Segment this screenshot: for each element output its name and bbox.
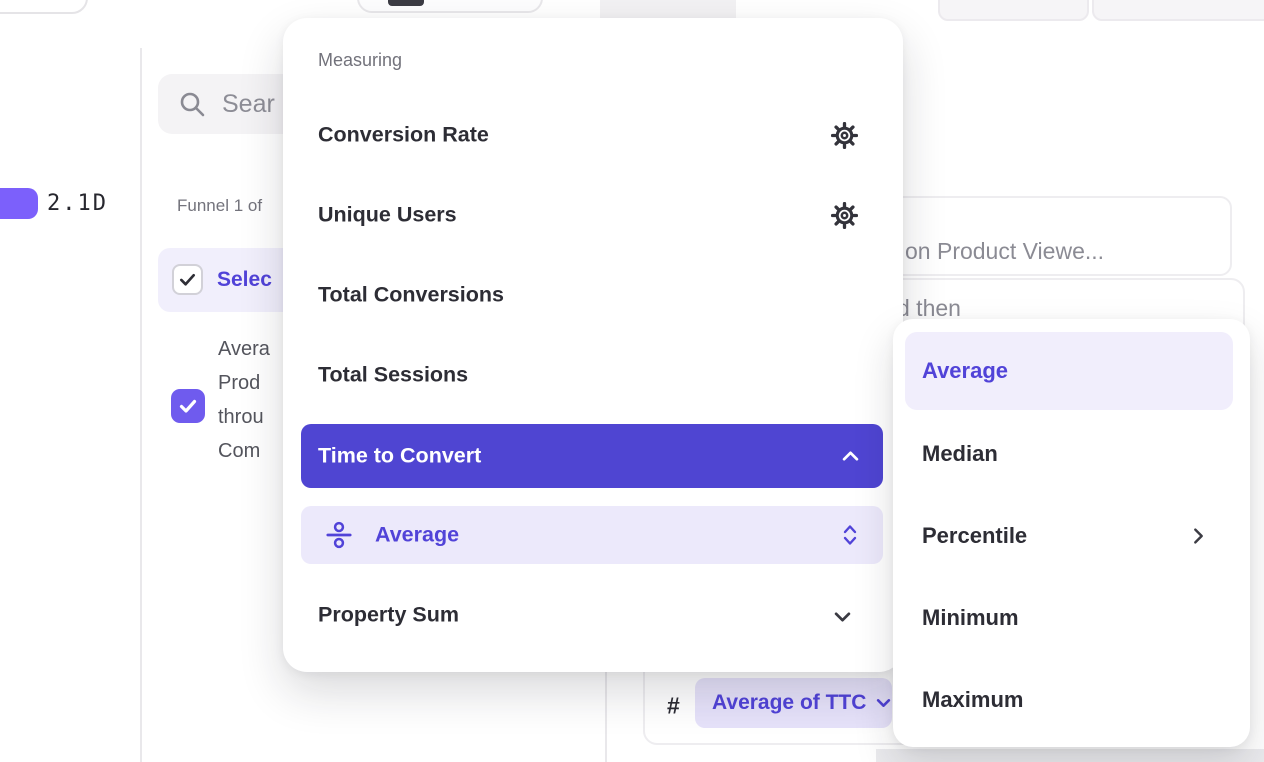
- measuring-menu-header: Measuring: [318, 50, 402, 71]
- metric-checkbox[interactable]: [171, 389, 205, 423]
- metric-description: Avera Prod throu Com: [218, 332, 270, 468]
- chevron-down-icon[interactable]: [834, 612, 851, 623]
- menu-subitem-average-label: Average: [375, 523, 459, 548]
- aggregation-submenu: Average Median Percentile Minimum Maximu…: [893, 319, 1250, 747]
- agg-item-average-label: Average: [922, 358, 1008, 384]
- series-badge: 2.1D: [47, 191, 108, 216]
- metric-description-line: Com: [218, 434, 270, 468]
- checkmark-icon: [178, 270, 197, 289]
- metric-description-line: Avera: [218, 332, 270, 366]
- agg-item-minimum[interactable]: Minimum: [922, 605, 1019, 631]
- topbar-icon-fragment: [388, 0, 424, 6]
- menu-item-time-to-convert-label: Time to Convert: [318, 444, 481, 469]
- menu-item-conversion-rate[interactable]: Conversion Rate: [318, 123, 489, 148]
- agg-item-median[interactable]: Median: [922, 441, 998, 467]
- agg-item-percentile[interactable]: Percentile: [922, 523, 1027, 549]
- search-placeholder: Sear: [222, 90, 275, 119]
- chevron-down-icon: [876, 698, 891, 708]
- checkmark-icon: [178, 396, 198, 416]
- menu-item-time-to-convert[interactable]: Time to Convert: [301, 424, 883, 488]
- menu-item-total-sessions[interactable]: Total Sessions: [318, 363, 468, 388]
- numeric-type-symbol: #: [667, 693, 680, 720]
- funnel-count-label: Funnel 1 of: [177, 196, 262, 216]
- topbar-fragment-tab: [600, 0, 736, 19]
- average-divide-icon: [325, 520, 353, 550]
- series-color-swatch: [0, 188, 38, 219]
- funnel-checkbox[interactable]: [172, 264, 203, 295]
- measurement-value-label: Average of TTC: [712, 691, 866, 715]
- measuring-dropdown-menu: Measuring Conversion Rate Unique Users: [283, 18, 903, 672]
- funnel-step-event-label: on Product Viewe...: [905, 238, 1104, 265]
- metric-description-line: throu: [218, 400, 270, 434]
- menu-item-total-conversions[interactable]: Total Conversions: [318, 283, 504, 308]
- gear-icon[interactable]: [829, 120, 859, 150]
- chevron-up-icon: [842, 451, 859, 462]
- search-icon: [178, 90, 206, 118]
- funnel-builder-screen: 2.1D Sear Funnel 1 of Selec Avera Prod t…: [0, 0, 1264, 762]
- metric-description-line: Prod: [218, 366, 270, 400]
- chevron-right-icon: [1193, 528, 1204, 545]
- menu-item-property-sum[interactable]: Property Sum: [318, 603, 459, 628]
- unfold-icon: [843, 524, 857, 546]
- topbar-fragment-center: [357, 0, 543, 13]
- topbar-fragment-left: [0, 0, 88, 14]
- agg-item-maximum[interactable]: Maximum: [922, 687, 1023, 713]
- funnel-select-label: Selec: [217, 268, 272, 292]
- agg-item-average[interactable]: Average: [905, 332, 1233, 410]
- left-panel-divider: [140, 48, 142, 762]
- topbar-fragment-right-1: [938, 0, 1089, 21]
- menu-subitem-average[interactable]: Average: [301, 506, 883, 564]
- measurement-value-dropdown[interactable]: Average of TTC: [695, 678, 892, 728]
- menu-item-unique-users[interactable]: Unique Users: [318, 203, 457, 228]
- topbar-fragment-right-2: [1092, 0, 1264, 21]
- gear-icon[interactable]: [829, 200, 859, 230]
- and-then-label: d then: [897, 295, 961, 322]
- bottom-background-strip: [876, 749, 1264, 762]
